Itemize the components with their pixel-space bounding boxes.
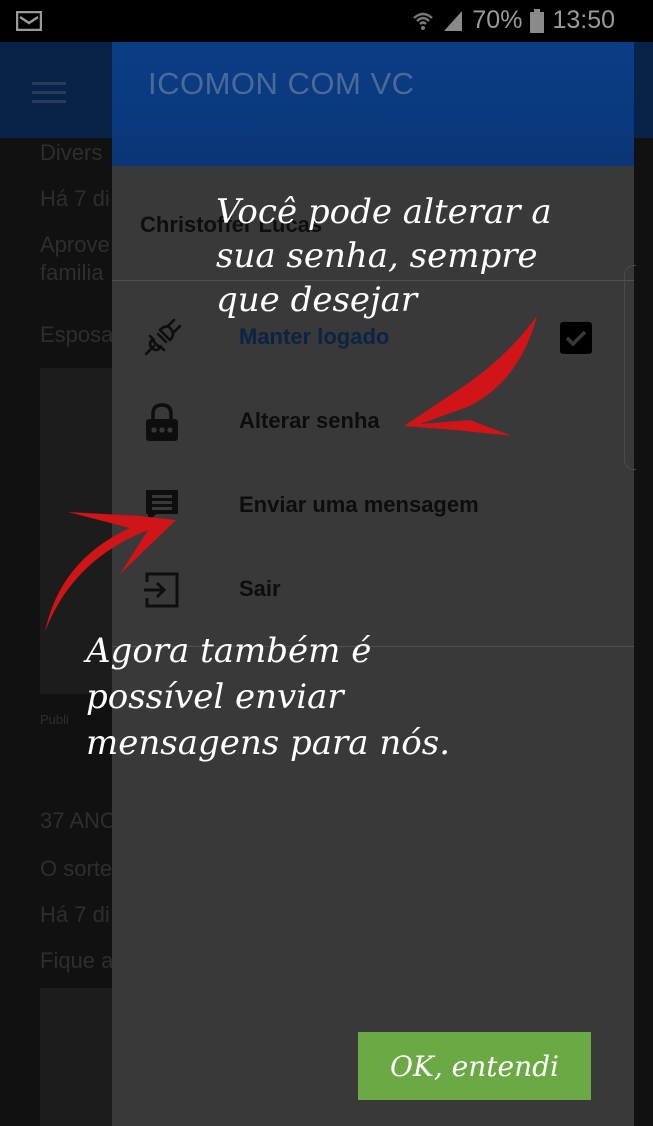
message-icon <box>146 490 178 522</box>
note-line: que desejar <box>216 280 418 320</box>
tutorial-note-password: Você pode alterar a sua senha, sempre qu… <box>216 190 552 322</box>
menu-item-label: Enviar uma mensagem <box>239 492 479 517</box>
clock: 13:50 <box>552 6 615 34</box>
menu-item-label: Manter logado <box>239 324 390 349</box>
menu-item-label: Alterar senha <box>239 408 380 433</box>
feed-snippet: 37 ANO <box>40 808 118 833</box>
battery-icon <box>530 8 545 33</box>
feed-image <box>40 988 120 1126</box>
feed-snippet: Aprove <box>40 232 110 257</box>
keep-logged-in-checkbox[interactable] <box>560 322 592 354</box>
note-line: Agora também é <box>86 631 372 671</box>
battery-percent: 70% <box>472 6 523 34</box>
wifi-icon <box>413 12 434 30</box>
note-line: Você pode alterar a <box>216 192 552 232</box>
exit-icon <box>144 572 179 608</box>
checkmark-icon <box>565 330 587 347</box>
note-line: sua senha, sempre <box>216 236 538 276</box>
feed-snippet: Há 7 di <box>40 186 110 211</box>
feed-snippet: familia <box>40 260 104 285</box>
lock-icon <box>146 403 178 441</box>
drawer-edge-handle <box>624 265 636 470</box>
menu-item-send-message[interactable]: Enviar uma mensagem <box>112 464 634 548</box>
mail-icon <box>16 11 42 31</box>
signal-icon <box>444 10 463 31</box>
feed-snippet: Fique a <box>40 948 114 973</box>
menu-item-logout[interactable]: Sair <box>112 548 634 632</box>
hamburger-menu-icon <box>32 82 66 103</box>
drawer-header: ICOMON COM VC <box>112 42 634 166</box>
status-bar: 70% 13:50 <box>0 0 653 42</box>
tutorial-note-messages: Agora também é possível enviar mensagens… <box>86 628 450 766</box>
feed-snippet: Há 7 di <box>40 902 110 927</box>
feed-snippet: Publi <box>40 712 69 727</box>
menu-item-change-password[interactable]: Alterar senha <box>112 380 634 464</box>
plug-icon <box>144 318 182 356</box>
app-title: ICOMON COM VC <box>148 66 415 101</box>
note-line: possível enviar <box>86 677 344 717</box>
note-line: mensagens para nós. <box>86 723 451 763</box>
feed-snippet: Esposa <box>40 322 114 347</box>
feed-snippet: O sorte <box>40 856 113 881</box>
menu-item-label: Sair <box>239 576 281 601</box>
feed-snippet: Divers <box>40 140 103 165</box>
ok-understood-button[interactable]: OK, entendi <box>358 1032 591 1100</box>
